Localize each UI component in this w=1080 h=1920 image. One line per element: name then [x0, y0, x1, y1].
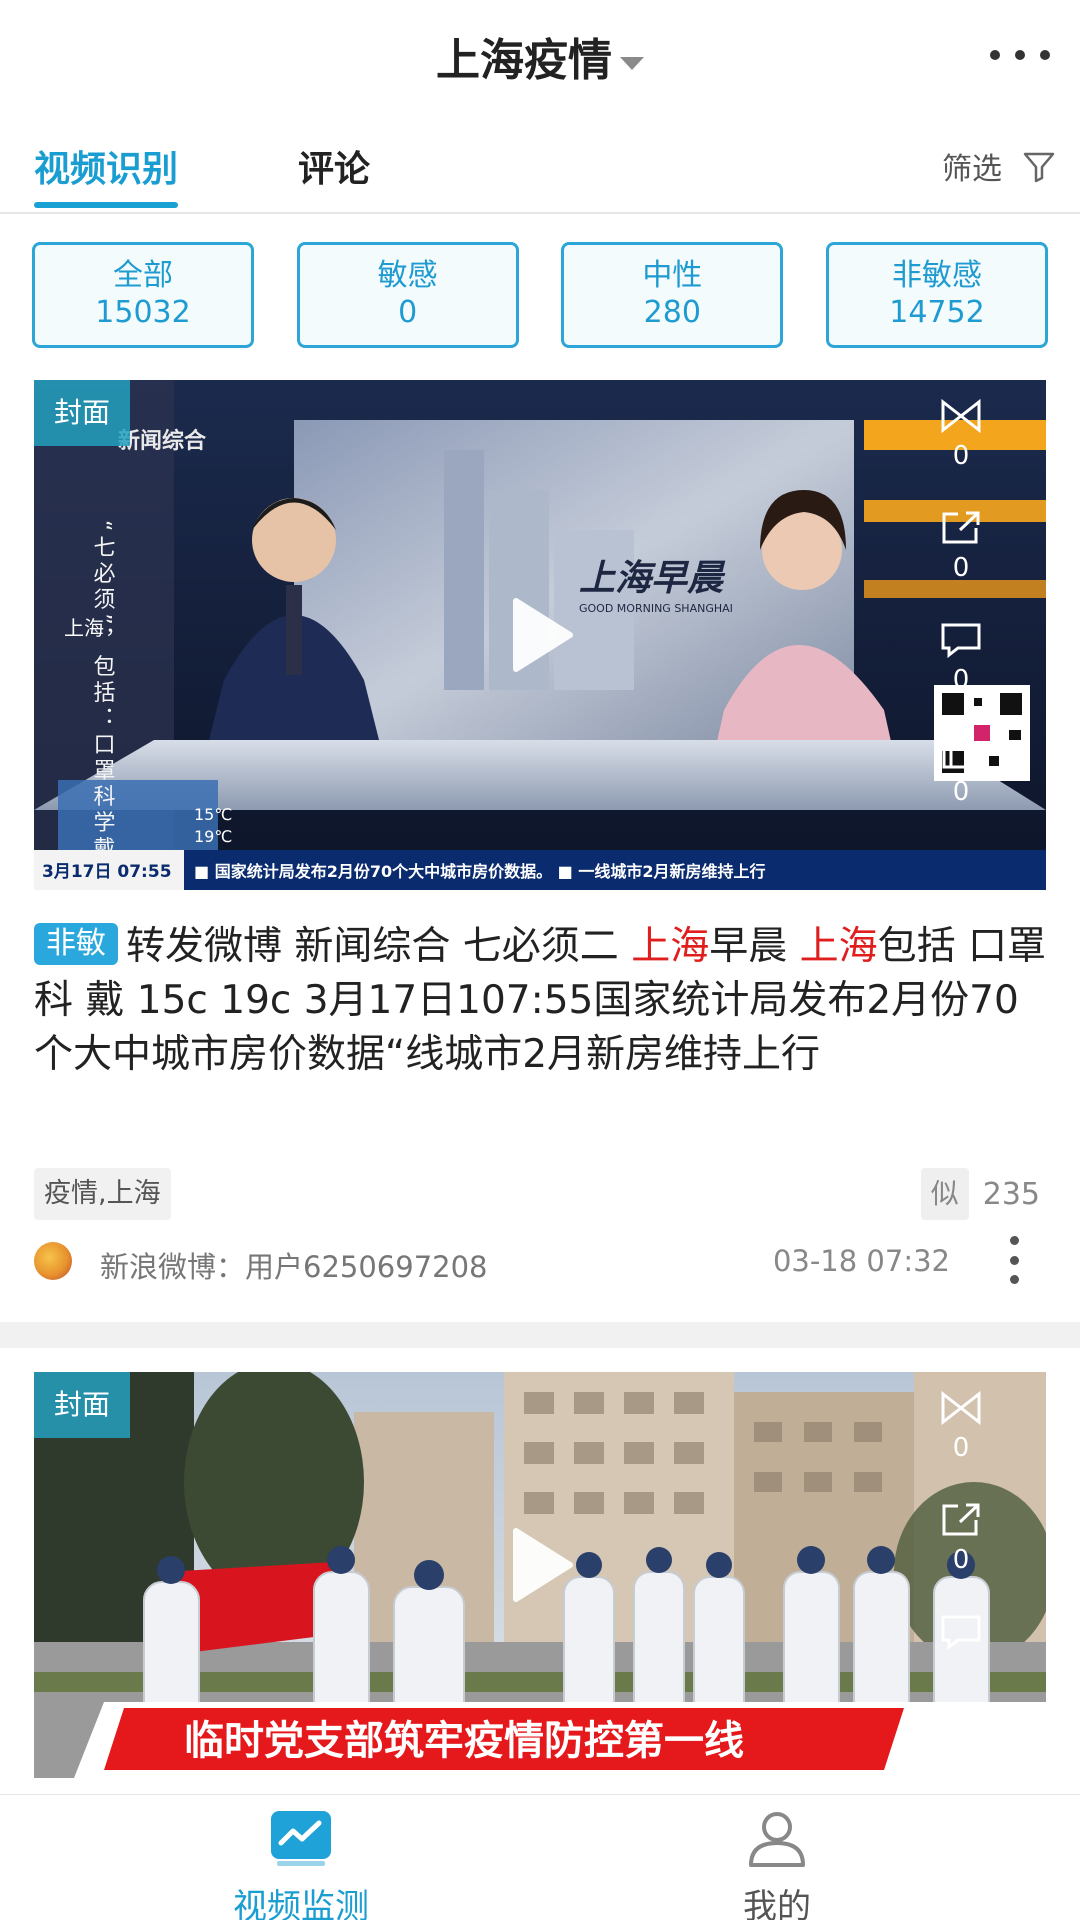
comment-icon	[941, 1615, 981, 1651]
share-count: 0	[952, 553, 970, 583]
show-title-text: 上海早晨	[579, 558, 726, 599]
desc-part: 转发微博 新闻综合 七必须二	[126, 924, 632, 969]
more-vertical-icon[interactable]	[1010, 1236, 1020, 1284]
card-divider	[0, 1322, 1080, 1348]
play-icon[interactable]	[498, 593, 582, 677]
favorite-count: 0	[952, 441, 970, 471]
page-title: 上海疫情	[436, 35, 612, 86]
share-stat[interactable]: 0	[938, 1502, 984, 1582]
similar-count: 235	[982, 1176, 1040, 1212]
keyword-highlight: 上海	[631, 924, 710, 969]
cover-badge: 封面	[34, 1372, 130, 1438]
filter-funnel-icon	[1023, 152, 1055, 183]
source-row: 新浪微博：用户6250697208 03-18 07:32	[34, 1236, 1046, 1286]
date-time-text: 3月17日 07:55	[42, 862, 172, 882]
similar-videos[interactable]: 似 235	[920, 1168, 1040, 1220]
tab-comments[interactable]: 评论	[298, 140, 370, 192]
similar-badge: 似	[920, 1168, 969, 1220]
channel-logo-text: 新闻综合	[118, 428, 207, 454]
nav-label: 我的	[743, 1887, 811, 1920]
summary-label: 非敏感	[891, 258, 982, 293]
comment-stat[interactable]	[938, 1614, 984, 1694]
video-description[interactable]: 非敏 转发微博 新闻综合 七必须二 上海早晨 上海包括 口罩科 戴 15c 19c…	[34, 920, 1048, 1082]
summary-neutral[interactable]: 中性 280	[561, 242, 784, 348]
chart-trend-icon	[271, 1811, 331, 1866]
summary-count: 280	[643, 295, 701, 330]
tab-bar: 视频识别 评论 筛选	[0, 110, 1080, 214]
video-thumbnail[interactable]: 临时党支部筑牢疫情防控第一线 封面 0 0	[34, 1372, 1046, 1778]
source-account[interactable]: 新浪微博：用户6250697208	[100, 1244, 488, 1286]
like-count: 0	[952, 777, 970, 807]
sentiment-summary: 全部 15032 敏感 0 中性 280 非敏感 14752	[32, 242, 1048, 348]
tab-video-recognition[interactable]: 视频识别	[34, 140, 179, 208]
banner-text: 临时党支部筑牢疫情防控第一线	[184, 1718, 744, 1764]
favorite-icon	[941, 398, 981, 434]
filter-label: 筛选	[942, 152, 1002, 187]
side-caption-text: “七必须”，包括：口罩科学戴	[90, 520, 116, 863]
summary-non-sensitive[interactable]: 非敏感 14752	[825, 242, 1048, 348]
nav-video-monitoring[interactable]: 视频监测	[216, 1809, 386, 1920]
comment-icon	[941, 623, 981, 659]
cover-badge: 封面	[34, 380, 130, 446]
caret-down-icon	[620, 56, 644, 70]
favorite-icon	[941, 1390, 981, 1426]
summary-sensitive[interactable]: 敏感 0	[296, 242, 519, 348]
comment-count: 0	[952, 665, 970, 695]
filter-button[interactable]: 筛选	[942, 144, 1056, 188]
summary-count: 15032	[95, 295, 191, 330]
favorite-count: 0	[952, 1433, 970, 1463]
play-icon[interactable]	[498, 1523, 582, 1607]
desc-part: 早晨	[709, 924, 800, 969]
temp-high-text: 15℃	[194, 805, 232, 824]
like-icon	[942, 735, 980, 769]
avatar	[34, 1242, 72, 1280]
show-subtitle-text: GOOD MORNING SHANGHAI	[579, 602, 733, 615]
nav-me[interactable]: 我的	[722, 1809, 832, 1920]
summary-label: 全部	[113, 258, 173, 293]
summary-label: 敏感	[377, 258, 438, 293]
engagement-column: 0 0	[938, 1390, 988, 1726]
more-horizontal-icon[interactable]	[990, 40, 1050, 70]
favorite-stat[interactable]: 0	[938, 398, 984, 478]
video-thumbnail[interactable]: 新闻综合 上海早晨 GOOD MORNING SHANGHAI 上海 “七必须”…	[34, 380, 1046, 890]
summary-count: 0	[398, 295, 418, 330]
favorite-stat[interactable]: 0	[938, 1390, 984, 1470]
temp-low-text: 19℃	[194, 827, 232, 846]
top-bar: 上海疫情	[0, 0, 1080, 110]
summary-label: 中性	[642, 258, 703, 293]
comment-stat[interactable]: 0	[938, 622, 984, 702]
bottom-navigation: 视频监测 我的	[0, 1794, 1080, 1920]
keyword-highlight: 上海	[799, 924, 878, 969]
page-title-dropdown[interactable]: 上海疫情	[0, 24, 1080, 88]
topic-tags: 疫情,上海	[34, 1168, 171, 1220]
user-profile-icon	[749, 1812, 805, 1867]
ticker-text: ■ 国家统计局发布2月份70个大中城市房价数据。 ■ 一线城市2月新房维持上行	[194, 862, 765, 881]
publish-time: 03-18 07:32	[772, 1244, 950, 1278]
app-screen: 上海疫情 视频识别 评论 筛选 全部 15032 敏感 0 中性 280 非敏感	[0, 0, 1080, 1920]
nav-label: 视频监测	[233, 1887, 369, 1920]
engagement-column: 0 0 0 0	[938, 398, 988, 846]
share-icon	[942, 511, 980, 544]
sentiment-tag: 非敏	[34, 923, 118, 965]
summary-count: 14752	[889, 295, 985, 330]
share-icon	[942, 1503, 980, 1536]
summary-all[interactable]: 全部 15032	[32, 242, 254, 348]
like-stat[interactable]: 0	[938, 734, 984, 814]
share-count: 0	[952, 1545, 970, 1575]
share-stat[interactable]: 0	[938, 510, 984, 590]
